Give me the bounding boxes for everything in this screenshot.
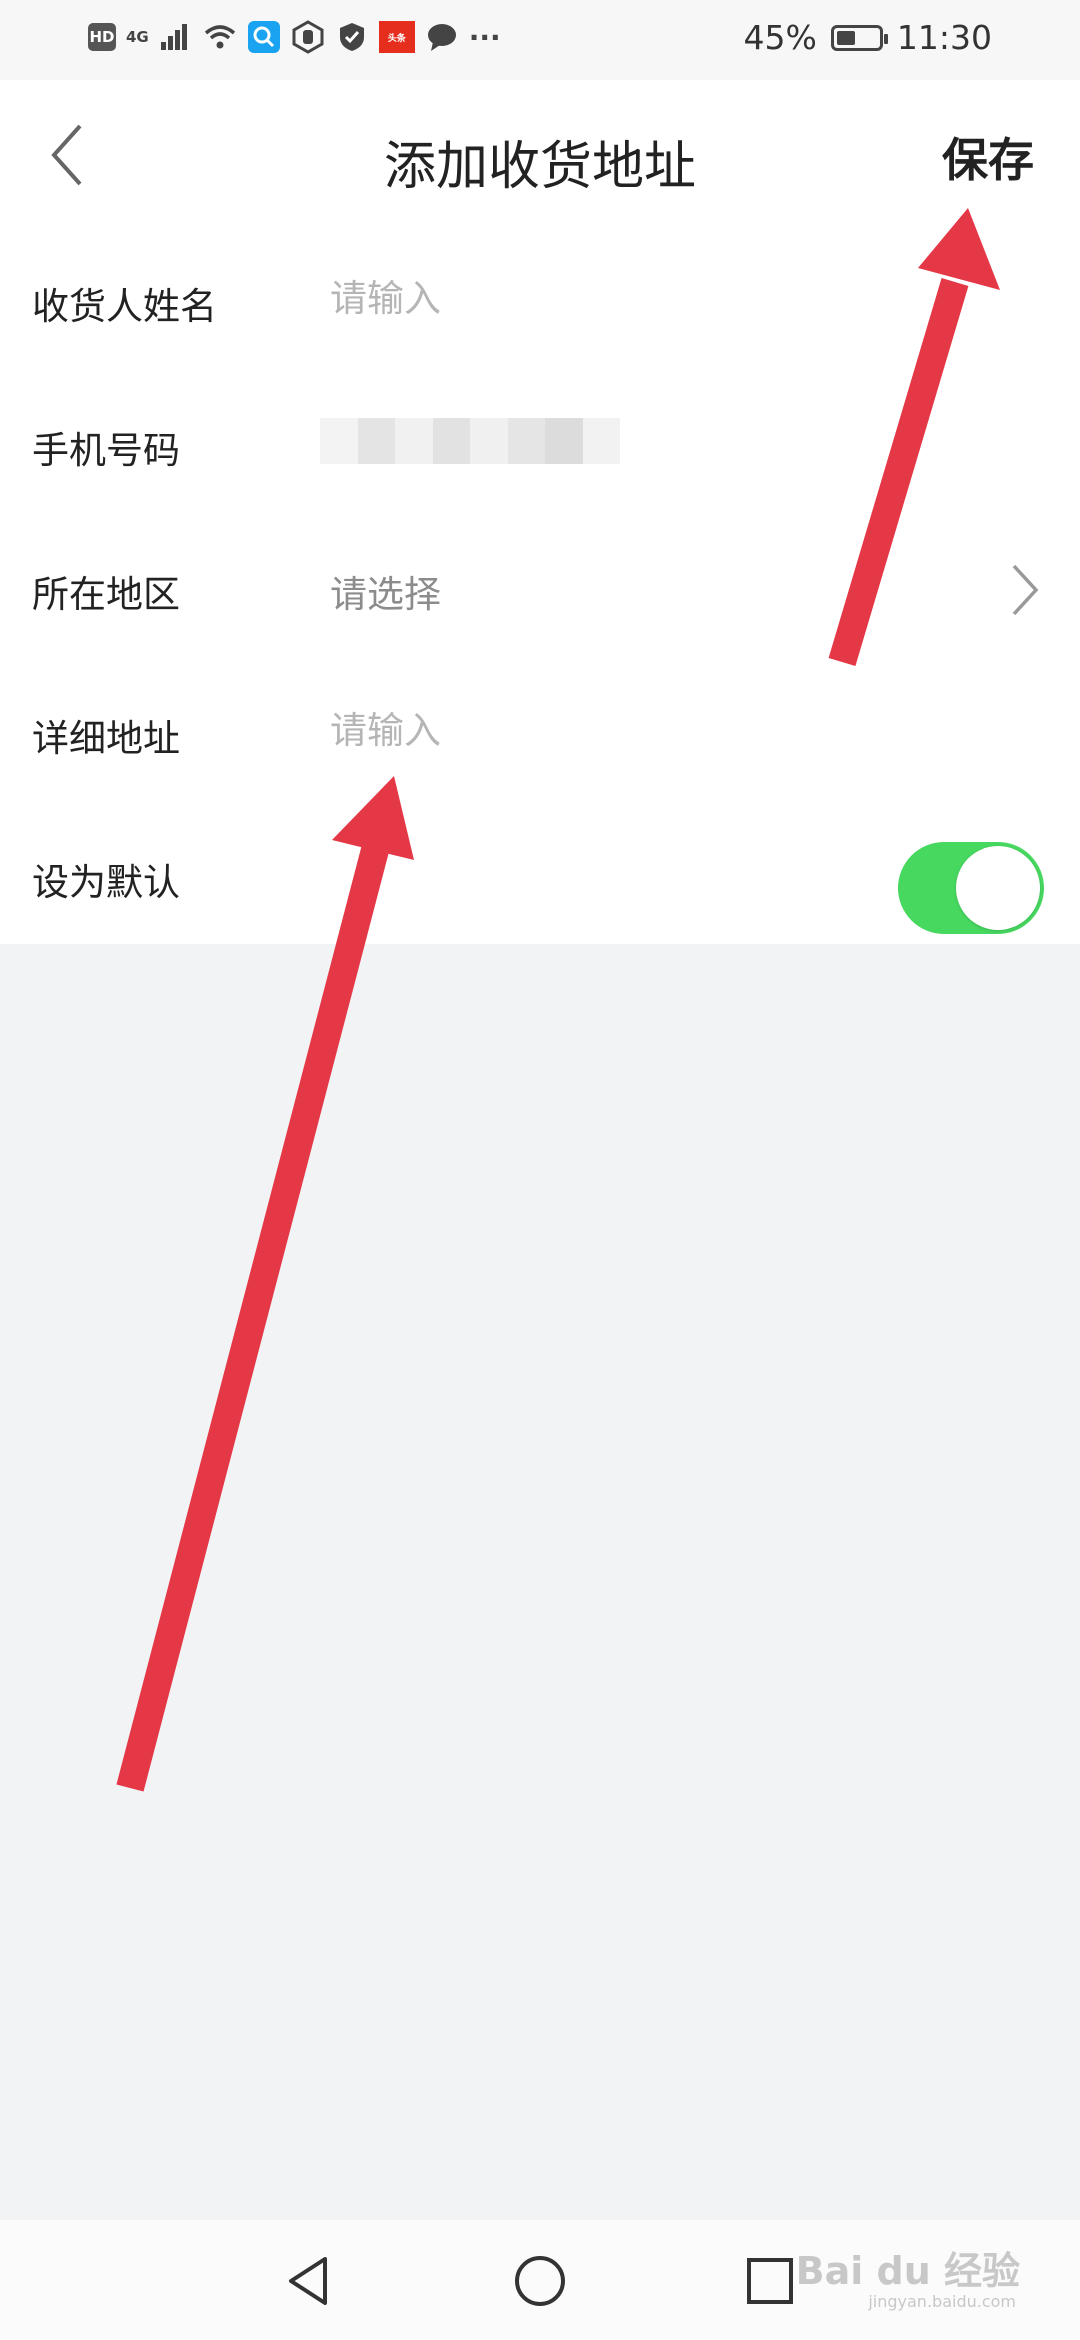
save-button[interactable]: 保存 [942,124,1034,190]
nav-home-button[interactable] [505,2246,575,2316]
toggle-knob [956,846,1040,930]
status-icons-right: 45% 11:30 [744,18,992,57]
default-label: 设为默认 [32,861,180,904]
recents-square-icon [747,2258,793,2304]
address-form: 收货人姓名 手机号码 所在地区 请选择 详细地址 设为默认 [0,230,1080,944]
phone-label: 手机号码 [32,429,180,472]
name-label: 收货人姓名 [32,285,217,328]
nav-recents-button[interactable] [735,2246,805,2316]
form-row-detail-address: 详细地址 [0,662,1080,806]
status-icons-left: HD 4G 头条 ··· [88,20,501,54]
hd-badge: HD [88,23,116,51]
nav-back-button[interactable] [274,2246,344,2316]
form-row-name: 收货人姓名 [0,230,1080,374]
home-circle-icon [515,2256,565,2306]
default-toggle[interactable] [898,842,1044,934]
battery-fill [836,30,855,45]
name-input[interactable] [330,270,890,326]
watermark: Bai du 经验 [795,2249,1020,2293]
detail-address-label: 详细地址 [32,717,180,760]
form-row-region[interactable]: 所在地区 请选择 [0,518,1080,662]
detail-address-input[interactable] [330,702,890,758]
page-title: 添加收货地址 [383,137,696,197]
region-label: 所在地区 [32,573,180,616]
status-bar: HD 4G 头条 ··· 45% 11:30 [0,0,1080,80]
clock: 11:30 [896,18,992,57]
more-indicator: ··· [468,20,501,54]
region-select[interactable]: 请选择 [330,564,441,618]
search-app-icon [247,20,281,54]
back-triangle-icon [289,2257,327,2305]
form-row-phone: 手机号码 [0,374,1080,518]
page: HD 4G 头条 ··· 45% 11:30 添加收货地址 保存 收货人姓名 请… [0,0,1080,2340]
shield-icon [335,20,369,54]
battery-percent: 45% [743,18,817,57]
battery-icon [830,24,888,51]
system-nav-bar: Bai du 经验 jingyan.baidu.com [0,2220,1080,2340]
form-row-default: 设为默认 [0,806,1080,950]
hand-icon [291,20,325,54]
chevron-right-icon [1012,564,1039,616]
chat-bubble-icon [425,20,459,54]
header: 添加收货地址 保存 [0,80,1080,230]
network-type: 4G [126,28,149,46]
wifi-icon [203,20,237,54]
phone-input-redacted[interactable] [320,418,620,464]
news-app-icon: 头条 [378,21,415,53]
watermark-url: jingyan.baidu.com [868,2292,1016,2311]
signal-icon [159,20,193,54]
